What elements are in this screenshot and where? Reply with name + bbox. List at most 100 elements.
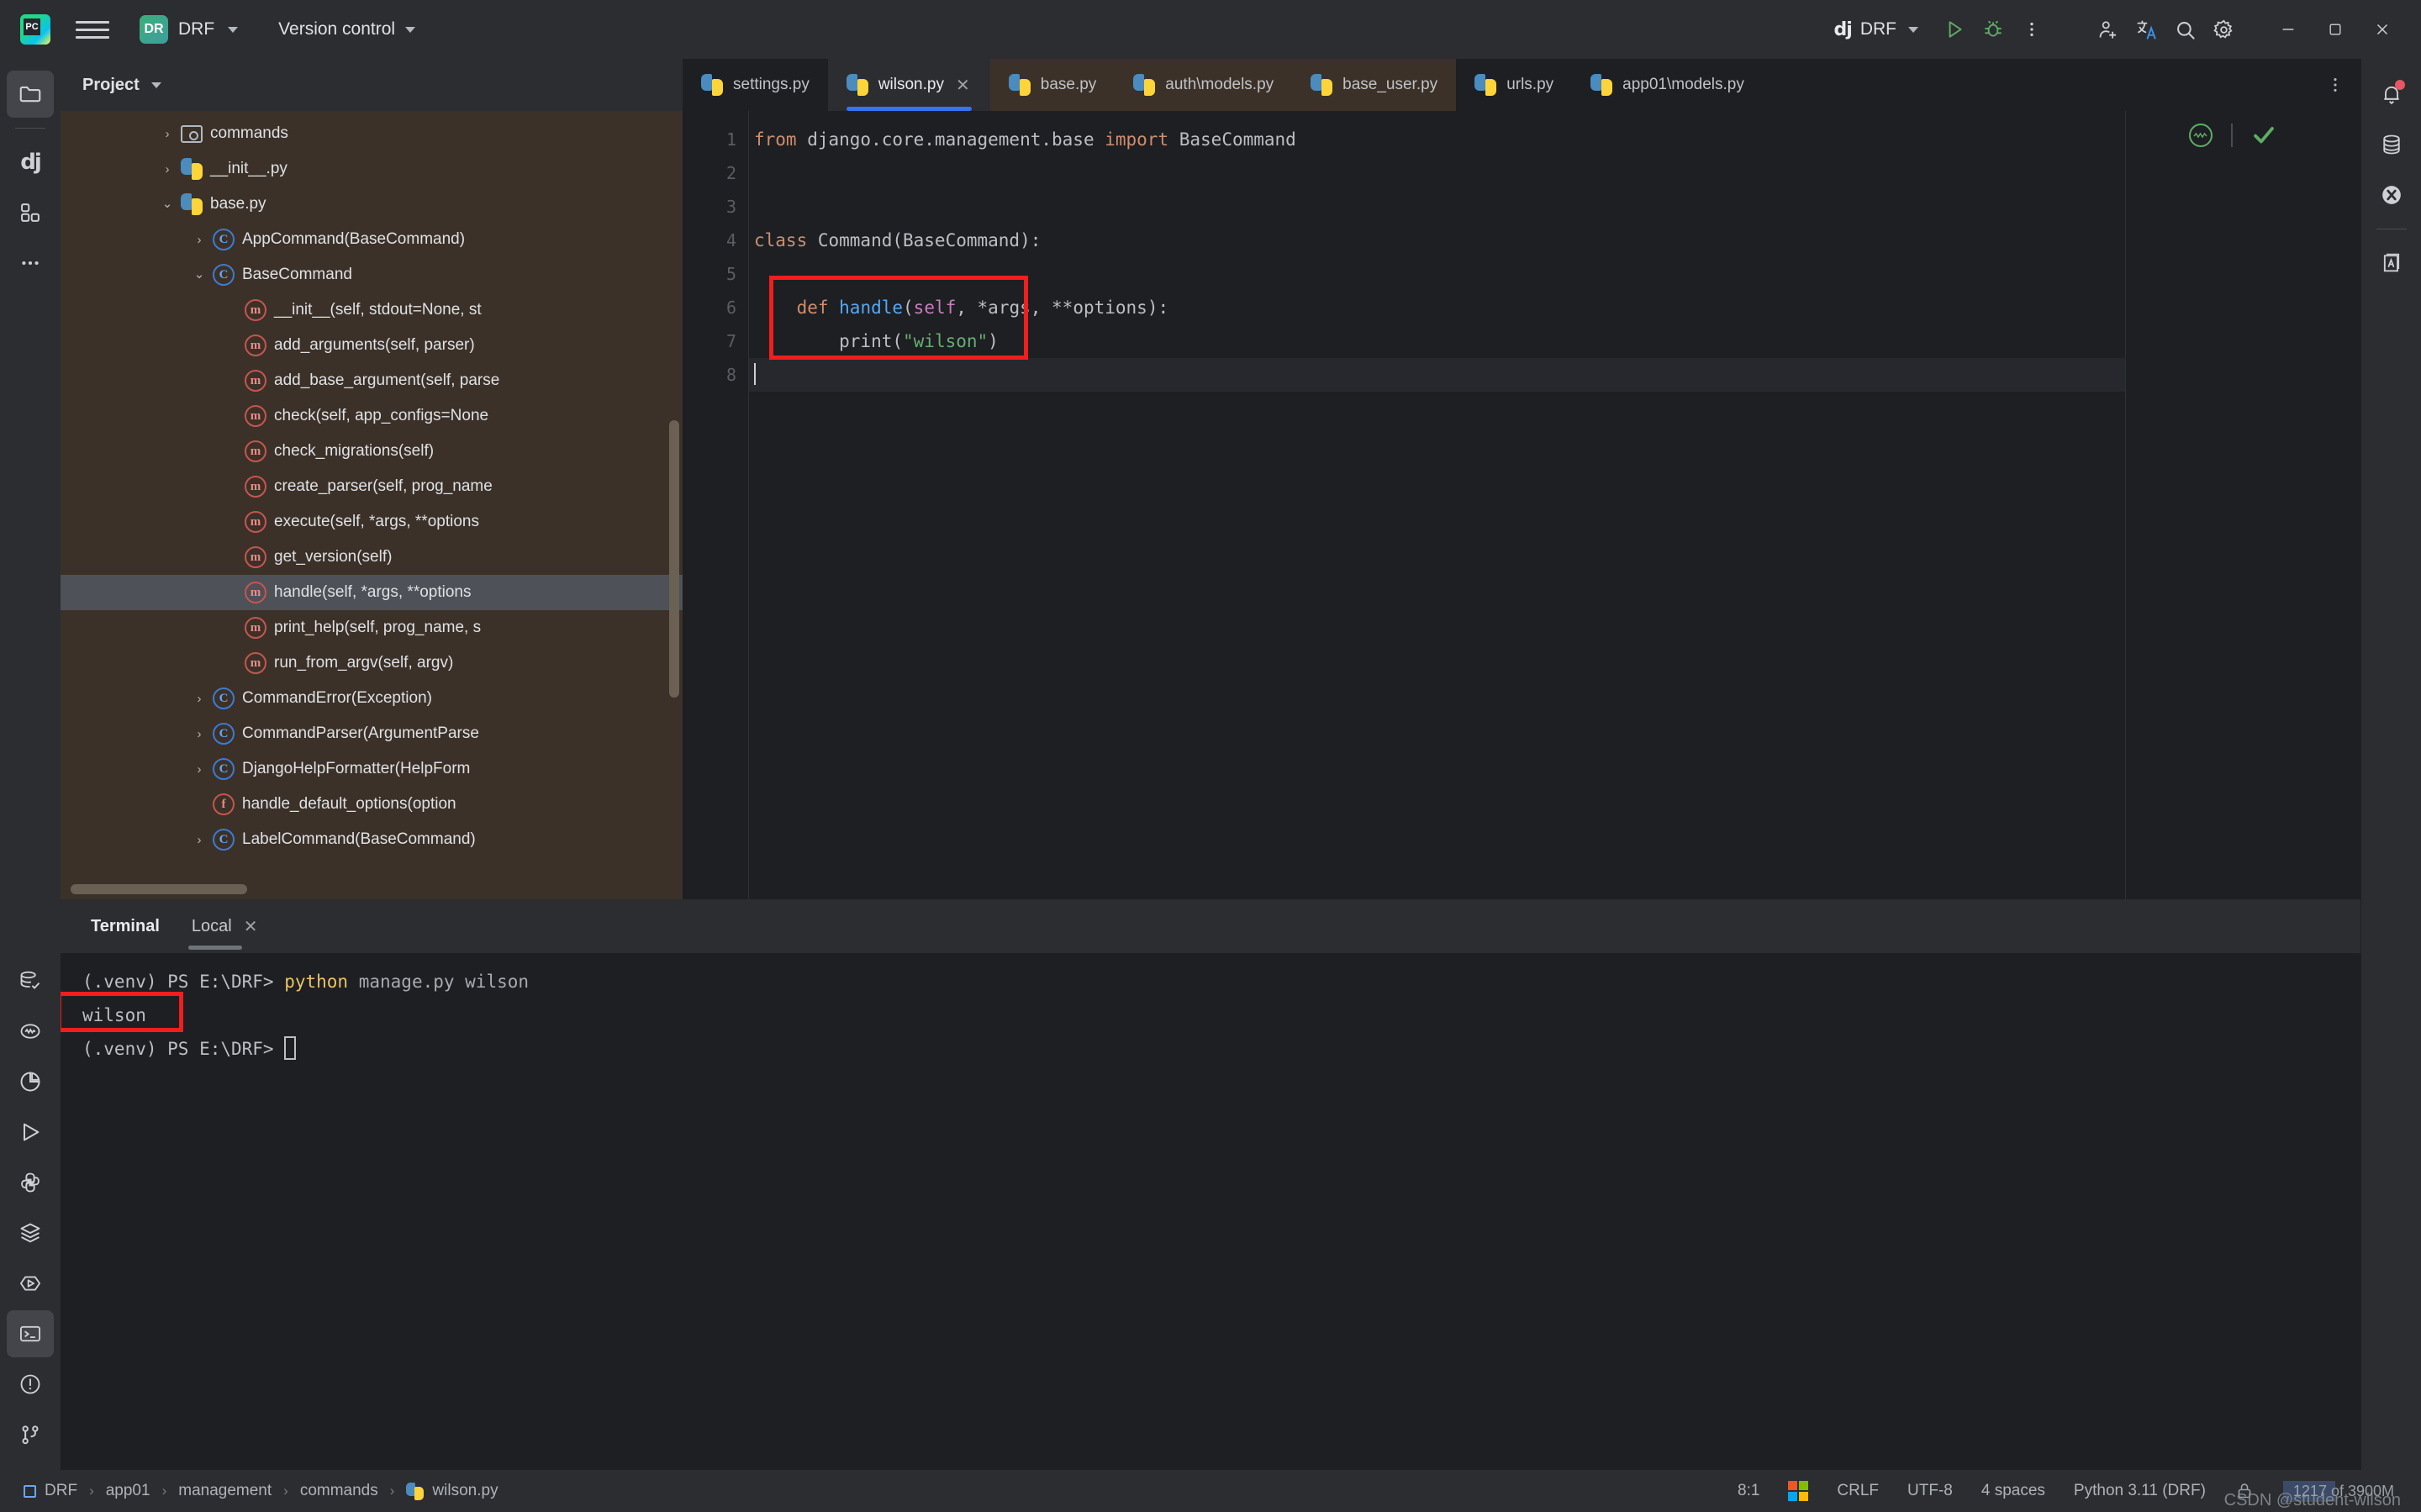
database-icon[interactable] <box>2368 121 2415 168</box>
editor-tab[interactable]: auth\models.py <box>1115 59 1293 111</box>
tree-item[interactable]: ⌄ C BaseCommand <box>61 257 683 292</box>
sidebar-item-endpoints[interactable] <box>7 1260 54 1307</box>
search-icon[interactable] <box>2165 10 2204 49</box>
tree-horizontal-scrollbar[interactable] <box>71 884 247 894</box>
line-number: 5 <box>725 264 736 284</box>
editor-tab[interactable]: settings.py <box>683 59 828 111</box>
chevron-right-icon[interactable]: › <box>156 162 178 176</box>
chevron-down-icon[interactable] <box>150 82 161 88</box>
close-button[interactable] <box>2359 7 2406 52</box>
debug-button[interactable] <box>1974 10 2012 49</box>
memory-indicator[interactable]: 1217 of 3900M <box>2282 1479 2404 1504</box>
tree-item[interactable]: › __init__.py <box>61 151 683 187</box>
x-circle-icon[interactable] <box>2368 171 2415 219</box>
tree-item[interactable]: ›mrun_from_argv(self, argv) <box>61 645 683 681</box>
tree-item[interactable]: › commands <box>61 116 683 151</box>
tree-item[interactable]: ›mcheck_migrations(self) <box>61 434 683 469</box>
tree-item[interactable]: › C CommandParser(ArgumentParse <box>61 716 683 751</box>
close-icon[interactable]: ✕ <box>954 75 972 96</box>
notifications-bell-icon[interactable] <box>2368 71 2415 118</box>
sidebar-item-project[interactable] <box>7 71 54 118</box>
memory-label: 1217 of 3900M <box>2292 1482 2394 1499</box>
file-encoding[interactable]: UTF-8 <box>1907 1482 1953 1500</box>
inspection-widget[interactable] <box>2189 123 2276 148</box>
sidebar-item-services[interactable] <box>7 1209 54 1256</box>
project-selector[interactable]: DR DRF <box>133 12 245 47</box>
editor-tab[interactable]: base.py <box>989 59 1116 111</box>
sidebar-item-more[interactable] <box>7 240 54 287</box>
chevron-down-icon[interactable]: ⌄ <box>188 268 210 281</box>
more-actions-button[interactable] <box>2012 10 2051 49</box>
chevron-down-icon[interactable]: ⌄ <box>156 198 178 210</box>
sidebar-item-run[interactable] <box>7 1109 54 1156</box>
tree-item[interactable]: ›m__init__(self, stdout=None, st <box>61 292 683 328</box>
sidebar-item-terminal[interactable] <box>7 1310 54 1357</box>
tree-item[interactable]: ›madd_arguments(self, parser) <box>61 328 683 363</box>
tree-item[interactable]: › C CommandError(Exception) <box>61 681 683 716</box>
lock-icon[interactable] <box>2234 1481 2255 1501</box>
sidebar-item-database-check[interactable] <box>7 957 54 1004</box>
main-menu-icon[interactable] <box>76 15 109 44</box>
tree-item-label: base.py <box>210 195 266 213</box>
tree-item[interactable]: ›fhandle_default_options(option <box>61 787 683 822</box>
sidebar-item-django[interactable]: dj <box>7 139 54 186</box>
maximize-button[interactable] <box>2312 7 2359 52</box>
editor-tab[interactable]: app01\models.py <box>1572 59 1763 111</box>
run-button[interactable] <box>1935 10 1974 49</box>
terminal-session-tab[interactable]: Local ✕ <box>187 899 261 953</box>
editor-gutter[interactable]: 1 2 3 4 5 6 7 8 <box>683 111 776 899</box>
tree-item[interactable]: ›mexecute(self, *args, **options <box>61 504 683 540</box>
editor-tab[interactable]: urls.py <box>1456 59 1572 111</box>
more-vertical-icon[interactable] <box>2310 59 2360 111</box>
breadcrumb-item[interactable]: app01 <box>106 1482 150 1500</box>
run-configuration-selector[interactable]: dj DRF <box>1826 15 1927 45</box>
tree-item[interactable]: › C AppCommand(BaseCommand) <box>61 222 683 257</box>
sidebar-item-sql-console[interactable] <box>7 1008 54 1055</box>
tree-item[interactable]: › C DjangoHelpFormatter(HelpForm <box>61 751 683 787</box>
terminal-output[interactable]: (.venv) PS E:\DRF> python manage.py wils… <box>61 953 2360 1470</box>
tree-item[interactable]: ›madd_base_argument(self, parse <box>61 363 683 398</box>
windows-icon[interactable] <box>1788 1481 1809 1501</box>
chevron-right-icon[interactable]: › <box>188 762 210 777</box>
tree-item[interactable]: ⌄ base.py <box>61 187 683 222</box>
code-token: ) <box>988 331 999 351</box>
chevron-right-icon[interactable]: › <box>156 127 178 141</box>
code-editor[interactable]: from django.core.management.base import … <box>748 111 2125 899</box>
tree-item[interactable]: › C LabelCommand(BaseCommand) <box>61 822 683 857</box>
tree-item[interactable]: ›mprint_help(self, prog_name, s <box>61 610 683 645</box>
minimize-button[interactable] <box>2265 7 2312 52</box>
line-separator[interactable]: CRLF <box>1837 1482 1879 1500</box>
method-icon: m <box>242 511 269 533</box>
close-icon[interactable]: ✕ <box>244 916 258 937</box>
sidebar-item-structure[interactable] <box>7 189 54 236</box>
chevron-right-icon[interactable]: › <box>188 233 210 247</box>
breadcrumb-item[interactable]: DRF <box>24 1482 77 1500</box>
add-account-icon[interactable] <box>2088 10 2127 49</box>
title-bar: DR DRF Version control dj DRF <box>0 0 2421 59</box>
breadcrumb-item[interactable]: management <box>178 1482 272 1500</box>
tree-item[interactable]: ›mcreate_parser(self, prog_name <box>61 469 683 504</box>
chevron-right-icon[interactable]: › <box>188 833 210 847</box>
dictionary-book-a-icon[interactable] <box>2368 240 2415 287</box>
chevron-right-icon[interactable]: › <box>188 692 210 706</box>
tree-item[interactable]: ›mget_version(self) <box>61 540 683 575</box>
chevron-right-icon[interactable]: › <box>188 727 210 741</box>
tree-item[interactable]: ›mcheck(self, app_configs=None <box>61 398 683 434</box>
sidebar-item-profiler[interactable] <box>7 1058 54 1105</box>
breadcrumb-item[interactable]: wilson.py <box>406 1482 498 1500</box>
breadcrumb-item[interactable]: commands <box>300 1482 378 1500</box>
interpreter-selector[interactable]: Python 3.11 (DRF) <box>2074 1482 2206 1500</box>
sidebar-item-python-console[interactable] <box>7 1159 54 1206</box>
editor-tab[interactable]: base_user.py <box>1292 59 1457 111</box>
indent-setting[interactable]: 4 spaces <box>1981 1482 2045 1500</box>
sidebar-item-problems[interactable] <box>7 1361 54 1408</box>
project-tree[interactable]: › commands › __init__.py ⌄ base.py › C AppComman… <box>61 111 683 899</box>
editor-tab[interactable]: wilson.py ✕ <box>827 59 990 111</box>
sidebar-item-git[interactable] <box>7 1411 54 1458</box>
tree-vertical-scrollbar[interactable] <box>669 420 679 698</box>
version-control-menu[interactable]: Version control <box>270 15 424 44</box>
gear-icon[interactable] <box>2204 10 2243 49</box>
translate-icon[interactable] <box>2127 10 2165 49</box>
caret-position[interactable]: 8:1 <box>1738 1482 1759 1500</box>
tree-item-selected[interactable]: ›mhandle(self, *args, **options <box>61 575 683 610</box>
